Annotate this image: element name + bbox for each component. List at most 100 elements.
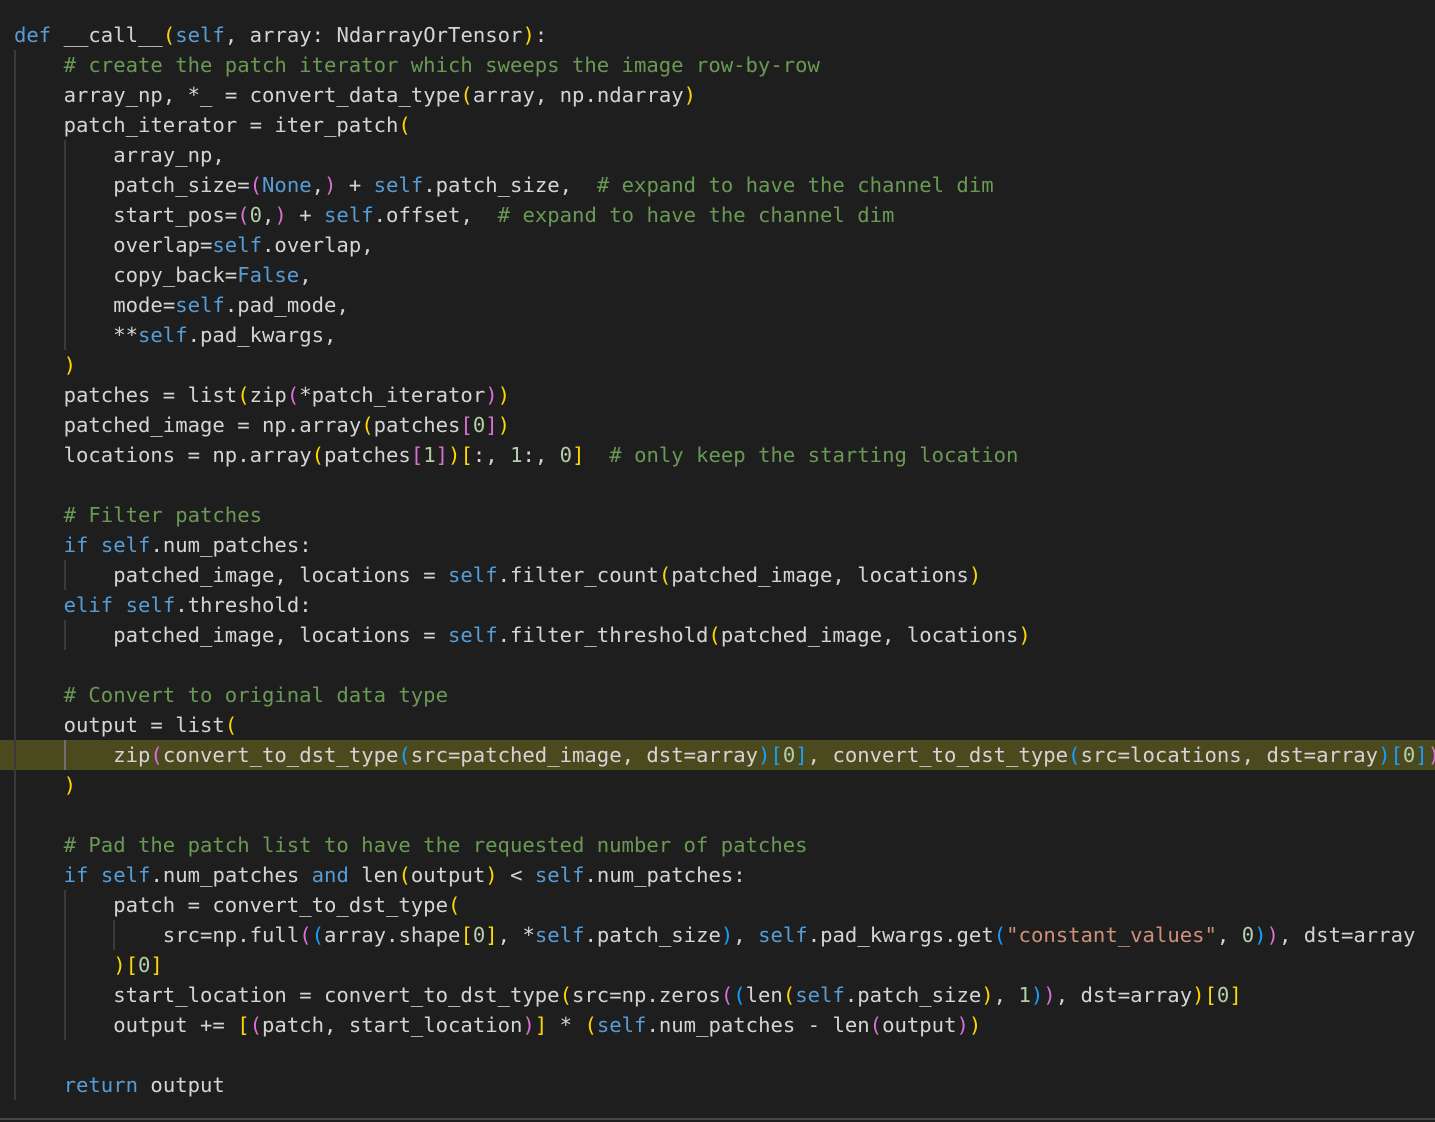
code-token: ( (559, 983, 572, 1007)
code-token: : (299, 593, 312, 617)
code-token: output (113, 1013, 188, 1037)
code-token: 0 (472, 923, 486, 947)
code-line[interactable]: ​ (14, 470, 1435, 500)
code-token: list (187, 383, 238, 407)
code-token: , (882, 623, 907, 647)
code-line[interactable]: # create the patch iterator which sweeps… (14, 50, 1435, 80)
code-line[interactable]: array_np, (14, 140, 1435, 170)
code-token: elif (63, 593, 114, 617)
code-line[interactable]: elif self.threshold: (14, 590, 1435, 620)
code-line[interactable]: start_location = convert_to_dst_type(src… (14, 980, 1435, 1010)
code-line[interactable]: locations = np.array(patches[1])[:, 1:, … (14, 440, 1435, 470)
code-line[interactable]: # Convert to original data type (14, 680, 1435, 710)
code-token: locations (299, 563, 411, 587)
code-line[interactable]: patched_image, locations = self.filter_t… (14, 620, 1435, 650)
code-token: , (832, 563, 858, 587)
code-token: np (262, 413, 287, 437)
code-line[interactable]: patch_iterator = iter_patch( (14, 110, 1435, 140)
code-line[interactable]: zip(convert_to_dst_type(src=patched_imag… (0, 740, 1435, 770)
code-token: output (63, 713, 139, 737)
code-token: offset (386, 203, 461, 227)
code-line[interactable]: patched_image, locations = self.filter_c… (14, 560, 1435, 590)
code-token: = (150, 383, 188, 407)
code-token: output (410, 863, 486, 887)
code-token: locations (1130, 743, 1242, 767)
code-line[interactable]: ) (14, 350, 1435, 380)
code-token: ] (572, 443, 585, 467)
code-token: ( (311, 443, 325, 467)
code-line[interactable]: output += [(patch, start_location)] * (s… (14, 1010, 1435, 1040)
code-line[interactable]: patches = list(zip(*patch_iterator)) (14, 380, 1435, 410)
code-token: [ (1390, 743, 1403, 767)
code-token: ) (1428, 743, 1435, 767)
code-token: ( (299, 923, 312, 947)
code-line[interactable]: return output (14, 1070, 1435, 1100)
code-token: patched_image (113, 563, 275, 587)
code-token: num_patches (162, 863, 300, 887)
code-line[interactable]: copy_back=False, (14, 260, 1435, 290)
code-token: ] (150, 953, 163, 977)
code-token: ) (1030, 983, 1044, 1007)
code-token: iter_patch (274, 113, 399, 137)
code-line[interactable]: # Filter patches (14, 500, 1435, 530)
code-line[interactable]: ​ (14, 650, 1435, 680)
code-token: = (1303, 743, 1317, 767)
code-token: self (100, 863, 151, 887)
code-token: = (224, 263, 238, 287)
code-token: src (1080, 743, 1118, 767)
editor-bottom-border (0, 1118, 1435, 1120)
code-token: np (212, 443, 238, 467)
code-token: len (745, 983, 783, 1007)
code-line[interactable]: if self.num_patches: (14, 530, 1435, 560)
code-line[interactable]: patch = convert_to_dst_type( (14, 890, 1435, 920)
code-token: 0 (249, 203, 263, 227)
code-line[interactable]: patch_size=(None,) + self.patch_size, # … (14, 170, 1435, 200)
code-token: . (150, 533, 163, 557)
code-line[interactable]: mode=self.pad_mode, (14, 290, 1435, 320)
code-line[interactable]: def __call__(self, array: NdarrayOrTenso… (14, 20, 1435, 50)
code-token: ] (1415, 743, 1428, 767)
code-token: locations (63, 443, 176, 467)
code-token: . (646, 1013, 659, 1037)
code-lines[interactable]: def __call__(self, array: NdarrayOrTenso… (0, 20, 1435, 1100)
code-line[interactable]: src=np.full((array.shape[0], *self.patch… (14, 920, 1435, 950)
code-token: , (299, 263, 312, 287)
code-line[interactable]: ) (14, 770, 1435, 800)
code-token: . (497, 623, 511, 647)
code-token: ) (497, 383, 511, 407)
code-line[interactable]: ​ (14, 800, 1435, 830)
code-line[interactable]: # Pad the patch list to have the request… (14, 830, 1435, 860)
code-line[interactable]: output = list( (14, 710, 1435, 740)
code-token: [ (410, 443, 424, 467)
code-token: ( (782, 983, 796, 1007)
code-token: np (621, 983, 647, 1007)
code-token: = (1117, 983, 1131, 1007)
code-token: ( (237, 383, 250, 407)
code-editor[interactable]: def __call__(self, array: NdarrayOrTenso… (0, 0, 1435, 1122)
code-token: ] (795, 743, 808, 767)
code-token: = (448, 743, 461, 767)
code-line[interactable]: **self.pad_kwargs, (14, 320, 1435, 350)
code-line[interactable]: )[0] (14, 950, 1435, 980)
code-line[interactable]: start_pos=(0,) + self.offset, # expand t… (14, 200, 1435, 230)
code-token: pad_kwargs (820, 923, 945, 947)
code-token: patched_image (63, 413, 225, 437)
code-token: ) (720, 923, 734, 947)
code-token: convert_to_dst_type (832, 743, 1069, 767)
code-token: , (1241, 743, 1267, 767)
code-token: # only keep the starting location (609, 443, 1019, 467)
code-line[interactable]: ​ (14, 1040, 1435, 1070)
code-line[interactable]: array_np, *_ = convert_data_type(array, … (14, 80, 1435, 110)
code-line[interactable]: overlap=self.overlap, (14, 230, 1435, 260)
code-token: = (200, 923, 213, 947)
code-line[interactable]: patched_image = np.array(patches[0]) (14, 410, 1435, 440)
code-line[interactable]: if self.num_patches and len(output) < se… (14, 860, 1435, 890)
